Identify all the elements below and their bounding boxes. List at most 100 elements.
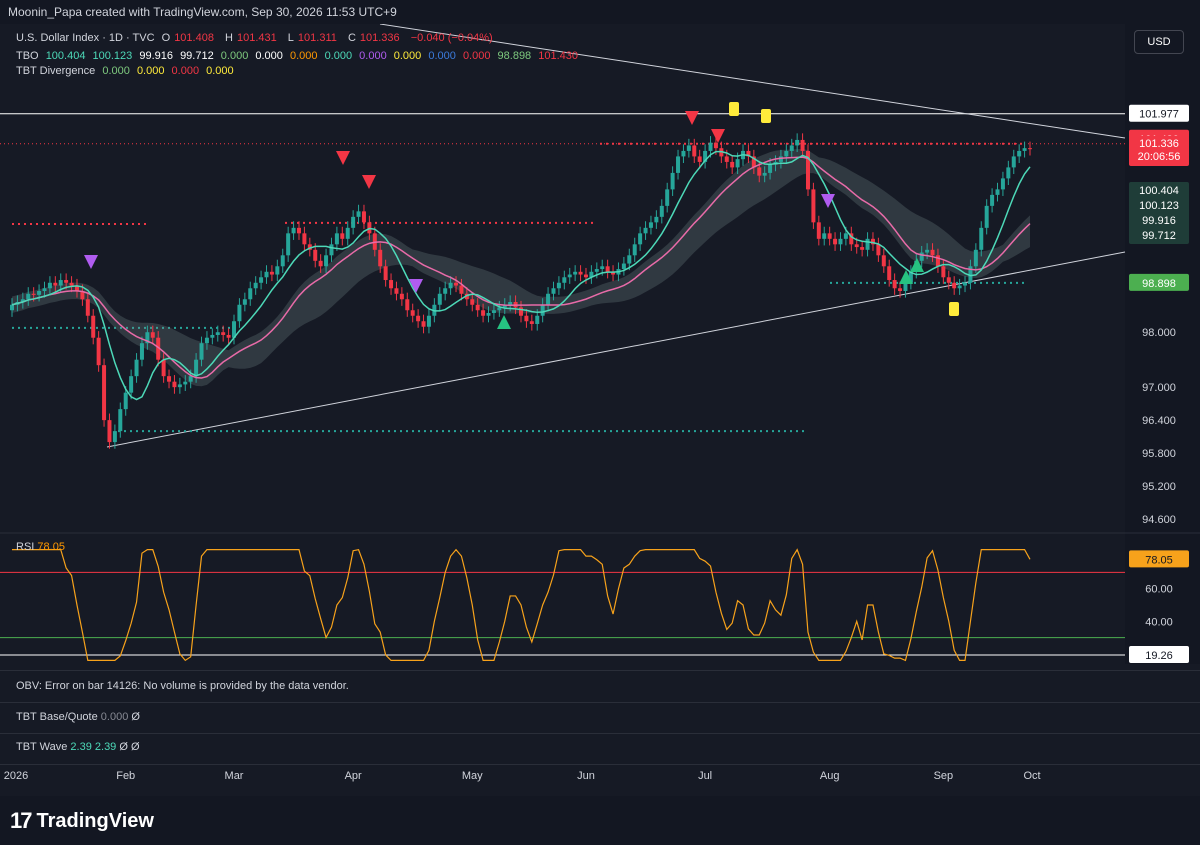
candle-body <box>573 271 578 275</box>
candle-body <box>811 189 816 223</box>
candle-body <box>556 282 561 289</box>
candle-body <box>648 222 653 228</box>
sell-signal-marker <box>362 175 376 189</box>
tbt-wave-legend[interactable]: TBT Wave 2.39 2.39 Ø Ø <box>16 741 140 753</box>
candle-body <box>167 376 172 382</box>
tbo-price-tag: 99.916 <box>1142 215 1176 227</box>
candle-body <box>107 420 112 443</box>
tbo-price-tag: 99.712 <box>1142 230 1176 242</box>
base-quote-value: 0.000 <box>100 711 129 723</box>
candle-body <box>253 282 258 289</box>
candle-body <box>930 249 935 256</box>
chart-svg[interactable]: 101.977 101.430 101.33620:06:56 100.404 100.… <box>0 24 1200 830</box>
base-quote-glyph: Ø <box>131 711 140 723</box>
candle-body <box>286 233 291 256</box>
candle-body <box>1011 156 1016 168</box>
price-tick-label: 98.000 <box>1142 327 1176 339</box>
green-level-price-tag: 98.898 <box>1142 278 1176 290</box>
pane-separator[interactable] <box>0 670 1200 671</box>
purple-signal-marker <box>84 255 98 269</box>
rsi-value-tag: 78.05 <box>1145 554 1173 566</box>
pane-separator[interactable] <box>0 764 1200 765</box>
candle-body <box>860 247 865 250</box>
tbo-legend[interactable]: TBO 100.404 100.123 99.916 99.712 0.000 … <box>16 50 582 62</box>
candle-body <box>973 249 978 267</box>
candle-body <box>654 216 659 223</box>
candle-body <box>210 334 215 338</box>
candle-body <box>708 142 713 151</box>
candle-body <box>768 164 773 173</box>
candle-body <box>941 266 946 278</box>
rsi-tick-label: 40.00 <box>1145 616 1173 628</box>
time-axis-label: Apr <box>345 770 362 782</box>
yellow-flag-marker <box>729 102 739 116</box>
tbt-divergence-value: 0.000 <box>171 65 200 77</box>
currency-button[interactable]: USD <box>1134 30 1184 54</box>
candle-body <box>887 266 892 281</box>
candle-body <box>800 139 805 151</box>
candle-body <box>686 145 691 151</box>
candle-body <box>605 266 610 272</box>
sell-signal-marker <box>336 151 350 165</box>
candle-body <box>789 145 794 151</box>
sell-signal-marker <box>711 129 725 143</box>
tbo-value: 100.404 <box>45 50 86 62</box>
tbt-wave-glyph: Ø <box>119 741 128 753</box>
symbol-name[interactable]: U.S. Dollar Index · 1D · TVC <box>16 32 155 44</box>
rsi-label: RSI <box>16 541 35 553</box>
candle-body <box>638 233 643 245</box>
time-axis-label: 2026 <box>4 770 28 782</box>
candle-body <box>665 189 670 206</box>
pane-separator[interactable] <box>0 733 1200 734</box>
candle-body <box>345 227 350 239</box>
candle-body <box>827 233 832 239</box>
candle-body <box>199 343 204 360</box>
candle-body <box>204 337 209 344</box>
tbo-price-tag: 100.404 <box>1139 185 1179 197</box>
candle-body <box>118 409 123 432</box>
candle-body <box>713 142 718 149</box>
candle-body <box>578 271 583 275</box>
candle-body <box>280 255 285 267</box>
candle-body <box>995 189 1000 195</box>
candle-body <box>275 266 280 275</box>
chart-area[interactable]: 101.977 101.430 101.33620:06:56 100.404 100.… <box>0 24 1200 830</box>
tbt-wave-label: TBT Wave <box>16 741 68 753</box>
base-quote-legend[interactable]: TBT Base/Quote 0.000 Ø <box>16 711 140 723</box>
ohlc-high: H 101.431 <box>225 32 277 44</box>
candle-body <box>594 269 599 272</box>
candle-body <box>47 282 52 289</box>
tbo-value: 0.000 <box>393 50 422 62</box>
candle-body <box>963 282 968 286</box>
candle-body <box>161 359 166 377</box>
candle-body <box>340 233 345 239</box>
candle-body <box>96 337 101 366</box>
tbt-divergence-value: 0.000 <box>136 65 165 77</box>
candle-body <box>334 233 339 245</box>
candle-body <box>865 238 870 250</box>
candle-body <box>551 288 556 294</box>
candle-body <box>1000 178 1005 190</box>
tradingview-logo[interactable]: 17 TradingView <box>10 808 154 834</box>
resistance-price-tag: 101.977 <box>1139 109 1179 121</box>
tradingview-wordmark: TradingView <box>36 809 154 832</box>
candle-body <box>600 266 605 270</box>
candle-body <box>692 145 697 157</box>
candle-body <box>681 150 686 157</box>
footer <box>0 796 1200 845</box>
candle-body <box>91 315 96 338</box>
tbt-divergence-legend[interactable]: TBT Divergence 0.000 0.000 0.000 0.000 <box>16 65 238 77</box>
candle-body <box>69 282 74 286</box>
candle-body <box>134 359 139 377</box>
candle-body <box>383 266 388 281</box>
pane-separator[interactable] <box>0 702 1200 703</box>
candle-body <box>102 365 107 421</box>
candle-body <box>150 332 155 338</box>
rsi-legend[interactable]: RSI 78.05 <box>16 541 65 553</box>
candle-body <box>172 381 177 388</box>
time-axis-label: Sep <box>934 770 954 782</box>
candle-body <box>361 211 366 223</box>
ohlc-open: O 101.408 <box>161 32 214 44</box>
tbo-value: 0.000 <box>359 50 387 62</box>
candle-body <box>302 233 307 245</box>
